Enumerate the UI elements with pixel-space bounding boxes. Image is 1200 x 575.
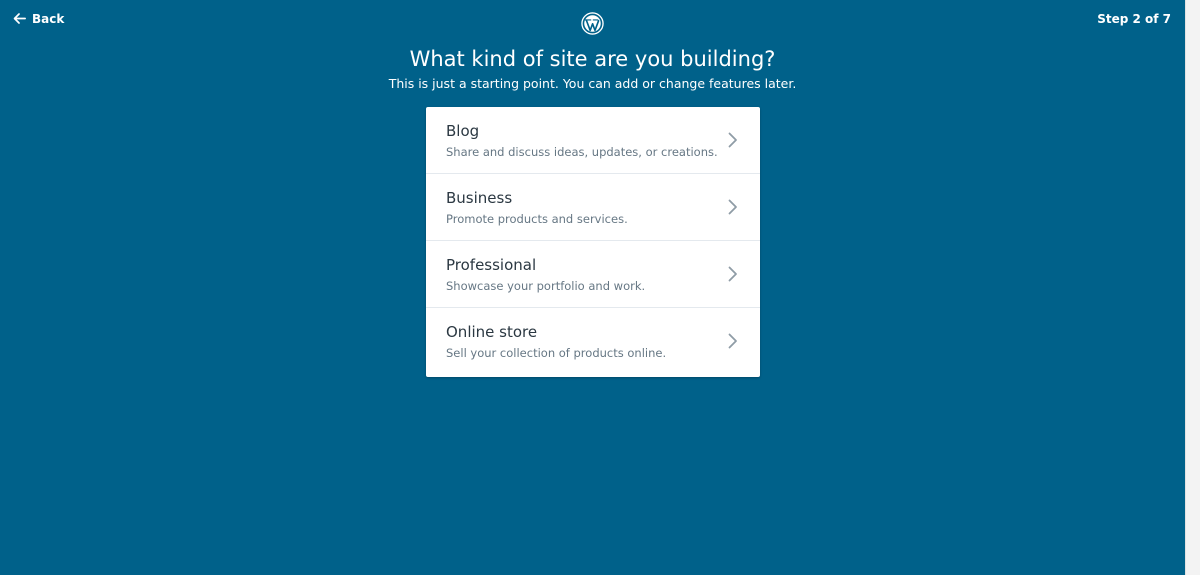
site-type-list: Blog Share and discuss ideas, updates, o… <box>426 107 760 377</box>
back-link[interactable]: Back <box>12 11 64 26</box>
option-title: Professional <box>446 256 537 274</box>
chevron-right-icon <box>728 132 737 148</box>
chevron-right-icon <box>728 199 737 215</box>
option-title: Business <box>446 189 513 207</box>
arrow-left-icon <box>13 13 26 24</box>
option-description: Sell your collection of products online. <box>446 346 667 360</box>
chevron-right-icon <box>728 266 737 282</box>
option-title: Online store <box>446 323 538 341</box>
back-label: Back <box>32 11 65 26</box>
site-type-option-business[interactable]: Business Promote products and services. <box>426 174 760 241</box>
site-type-option-professional[interactable]: Professional Showcase your portfolio and… <box>426 241 760 308</box>
option-description: Showcase your portfolio and work. <box>446 279 646 293</box>
step-indicator: Step 2 of 7 <box>1097 12 1171 26</box>
site-type-option-blog[interactable]: Blog Share and discuss ideas, updates, o… <box>426 107 760 174</box>
chevron-right-icon <box>728 333 737 349</box>
page-title: What kind of site are you building? <box>409 47 776 71</box>
wordpress-logo-icon <box>581 12 604 35</box>
option-description: Share and discuss ideas, updates, or cre… <box>446 145 718 159</box>
option-description: Promote products and services. <box>446 212 628 226</box>
option-title: Blog <box>446 122 480 140</box>
signup-page: Back Step 2 of 7 What kind of site are y… <box>0 0 1185 575</box>
site-type-option-online-store[interactable]: Online store Sell your collection of pro… <box>426 308 760 376</box>
vertical-scrollbar[interactable] <box>1185 0 1200 575</box>
page-subtitle: This is just a starting point. You can a… <box>388 76 797 91</box>
